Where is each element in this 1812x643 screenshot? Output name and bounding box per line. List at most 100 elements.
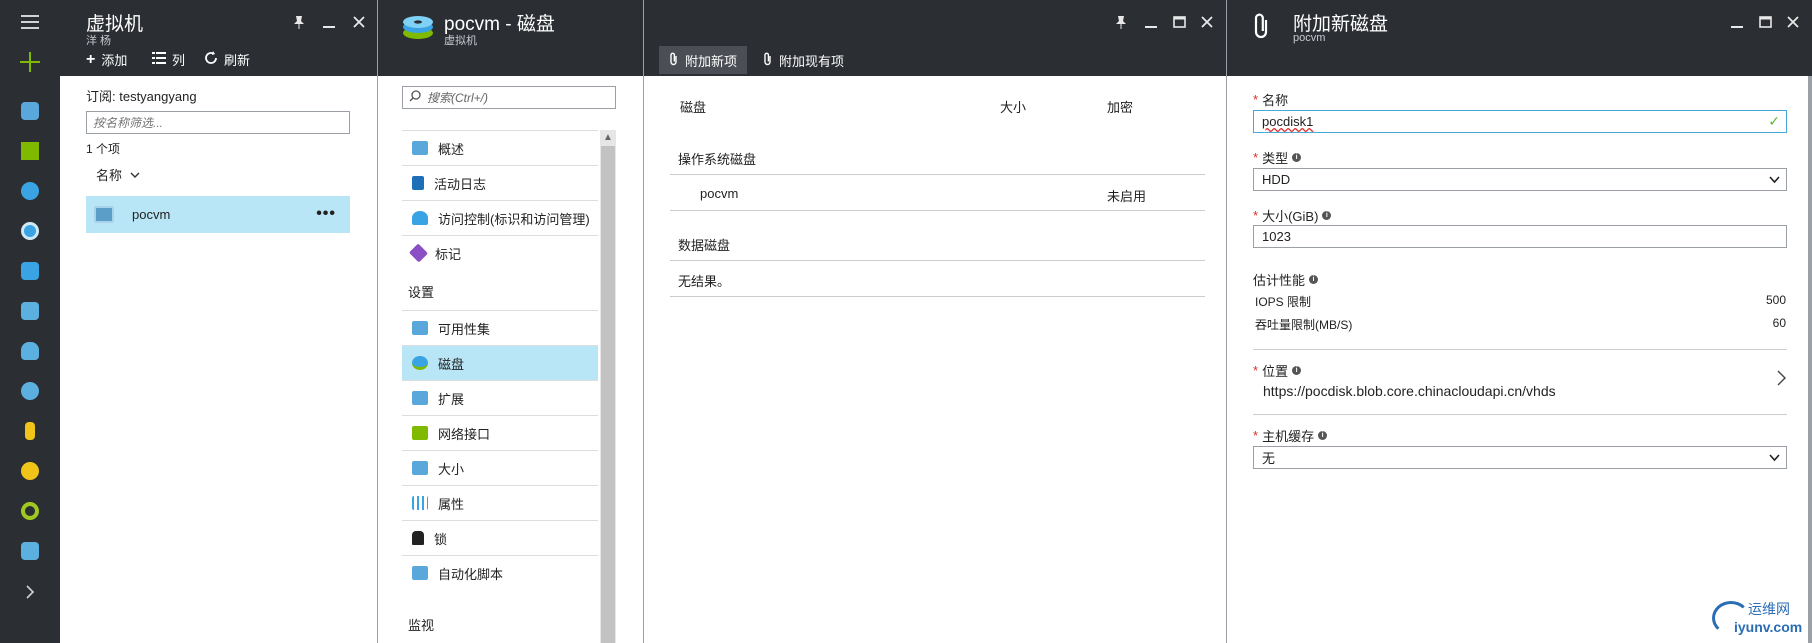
menu-item-automation-script[interactable]: 自动化脚本 xyxy=(402,555,598,590)
minimize-icon[interactable] xyxy=(1140,12,1162,32)
disk-type-value: HDD xyxy=(1262,172,1291,187)
menu-item-network-interfaces[interactable]: 网络接口 xyxy=(402,415,598,450)
monitoring-section-header: 监视 xyxy=(408,618,435,633)
column-header-encryption[interactable]: 加密 xyxy=(1107,97,1133,116)
menu-item-label: 可用性集 xyxy=(438,321,491,337)
os-disk-section: 操作系统磁盘 xyxy=(678,152,757,167)
size-field-label: * 大小(GiB) i xyxy=(1253,206,1332,225)
attach-new-disk-blade: 附加新磁盘 pocvm * 名称 pocdisk1 ✓ * 类型 i HDD *… xyxy=(1227,0,1812,643)
close-icon[interactable] xyxy=(1782,12,1804,32)
os-disk-name: pocvm xyxy=(700,186,739,201)
menu-item-properties[interactable]: 属性 xyxy=(402,485,598,520)
disk-size-input[interactable]: 1023 xyxy=(1253,225,1787,248)
attach-existing-button[interactable]: 附加现有项 xyxy=(753,46,854,74)
filter-input[interactable] xyxy=(86,111,350,134)
disk-table: 磁盘 大小 加密 操作系统磁盘 pocvm 未启用 数据磁盘 无结果。 xyxy=(670,76,1205,643)
menu-item-size[interactable]: 大小 xyxy=(402,450,598,485)
name-field-label: * 名称 xyxy=(1253,90,1288,109)
minimize-icon[interactable] xyxy=(318,12,340,32)
info-icon[interactable]: i xyxy=(1318,431,1328,440)
add-button[interactable]: + 添加 xyxy=(86,50,127,69)
data-disk-section: 数据磁盘 xyxy=(678,238,731,253)
vm-list-blade: 虚拟机 洋 杨 + 添加 列 刷新 订阅: testyangyang 按名称筛选… xyxy=(60,0,377,643)
disk-type-select[interactable]: HDD xyxy=(1253,168,1787,191)
columns-button[interactable]: 列 xyxy=(152,50,185,69)
nav-vm2-icon[interactable] xyxy=(0,533,60,569)
paperclip-icon xyxy=(763,52,773,69)
host-cache-select[interactable]: 无 xyxy=(1253,446,1787,469)
info-icon[interactable]: i xyxy=(1322,211,1332,220)
paperclip-icon xyxy=(669,52,679,69)
menu-item-label: 标记 xyxy=(435,246,462,262)
maximize-icon[interactable] xyxy=(1168,12,1190,32)
nav-circle-icon[interactable] xyxy=(0,493,60,529)
close-icon[interactable] xyxy=(1196,12,1218,32)
menu-item-tags[interactable]: 标记 xyxy=(402,235,598,270)
automation-script-icon xyxy=(412,566,428,580)
scrollbar-thumb[interactable] xyxy=(601,146,615,643)
iops-value: 500 xyxy=(1765,293,1786,307)
menu-item-access-control[interactable]: 访问控制(标识和访问管理) xyxy=(402,200,598,235)
refresh-button[interactable]: 刷新 xyxy=(204,50,250,69)
menu-item-label: 磁盘 xyxy=(438,356,465,372)
info-icon[interactable]: i xyxy=(1292,153,1302,162)
menu-item-overview[interactable]: 概述 xyxy=(402,130,598,165)
blade-subtitle: 洋 杨 xyxy=(86,35,112,47)
tag-icon xyxy=(408,243,429,263)
info-icon[interactable]: i xyxy=(1309,275,1319,284)
nav-cloud-icon[interactable] xyxy=(0,373,60,409)
list-item[interactable]: pocvm ••• xyxy=(86,196,350,233)
watermark-text-top: 运维网 xyxy=(1748,601,1790,617)
page-edge xyxy=(1808,76,1812,643)
plus-icon: + xyxy=(86,50,96,68)
divider xyxy=(670,210,1205,211)
menu-item-availability-set[interactable]: 可用性集 xyxy=(402,310,598,345)
vm-name: pocvm xyxy=(132,207,171,222)
nav-globe-icon[interactable] xyxy=(0,173,60,209)
log-book-icon xyxy=(412,176,424,190)
pin-icon[interactable] xyxy=(1110,12,1132,32)
info-icon[interactable]: i xyxy=(1292,366,1302,375)
required-marker: * xyxy=(1253,208,1259,223)
menu-scrollbar[interactable]: ▲ xyxy=(600,130,616,643)
scroll-up-icon[interactable]: ▲ xyxy=(600,130,616,146)
menu-item-locks[interactable]: 锁 xyxy=(402,520,598,555)
columns-icon xyxy=(152,52,166,67)
pin-icon[interactable] xyxy=(288,12,310,32)
column-header-size[interactable]: 大小 xyxy=(1000,97,1026,116)
menu-search-input[interactable]: 搜索(Ctrl+/) xyxy=(402,86,616,109)
nav-sql-icon[interactable] xyxy=(0,333,60,369)
performance-label: 估计性能 i xyxy=(1253,270,1319,289)
search-placeholder: 搜索(Ctrl+/) xyxy=(427,91,488,105)
close-icon[interactable] xyxy=(348,12,370,32)
attach-new-button[interactable]: 附加新项 xyxy=(659,46,748,74)
menu-item-activity-log[interactable]: 活动日志 xyxy=(402,165,598,200)
minimize-icon[interactable] xyxy=(1726,12,1748,32)
maximize-icon[interactable] xyxy=(1754,12,1776,32)
required-marker: * xyxy=(1253,428,1259,443)
nav-vm-icon[interactable] xyxy=(0,293,60,329)
type-field-label: * 类型 i xyxy=(1253,148,1302,167)
required-marker: * xyxy=(1253,92,1259,107)
column-header-disk[interactable]: 磁盘 xyxy=(680,97,706,116)
disk-name-input[interactable]: pocdisk1 ✓ xyxy=(1253,110,1787,133)
plus-icon[interactable] xyxy=(0,44,60,80)
nav-clock-icon[interactable] xyxy=(0,213,60,249)
hamburger-icon[interactable] xyxy=(0,4,60,40)
users-icon xyxy=(412,211,428,225)
more-options-icon[interactable]: ••• xyxy=(316,205,336,223)
chevron-right-icon[interactable] xyxy=(0,574,60,610)
subscription-text: 订阅: testyangyang xyxy=(86,89,197,104)
iops-label: IOPS 限制 xyxy=(1255,295,1312,309)
cache-label-text: 主机缓存 xyxy=(1262,429,1315,444)
nav-monitor-icon[interactable] xyxy=(0,253,60,289)
menu-item-label: 概述 xyxy=(438,141,465,157)
menu-item-disks[interactable]: 磁盘 xyxy=(402,345,598,380)
nav-gauge-icon[interactable] xyxy=(0,453,60,489)
nav-cube-icon[interactable] xyxy=(0,93,60,129)
nav-key-icon[interactable] xyxy=(0,413,60,449)
sort-name-button[interactable]: 名称 xyxy=(96,165,140,184)
menu-item-extensions[interactable]: 扩展 xyxy=(402,380,598,415)
nav-grid-icon[interactable] xyxy=(0,133,60,169)
divider xyxy=(670,174,1205,175)
